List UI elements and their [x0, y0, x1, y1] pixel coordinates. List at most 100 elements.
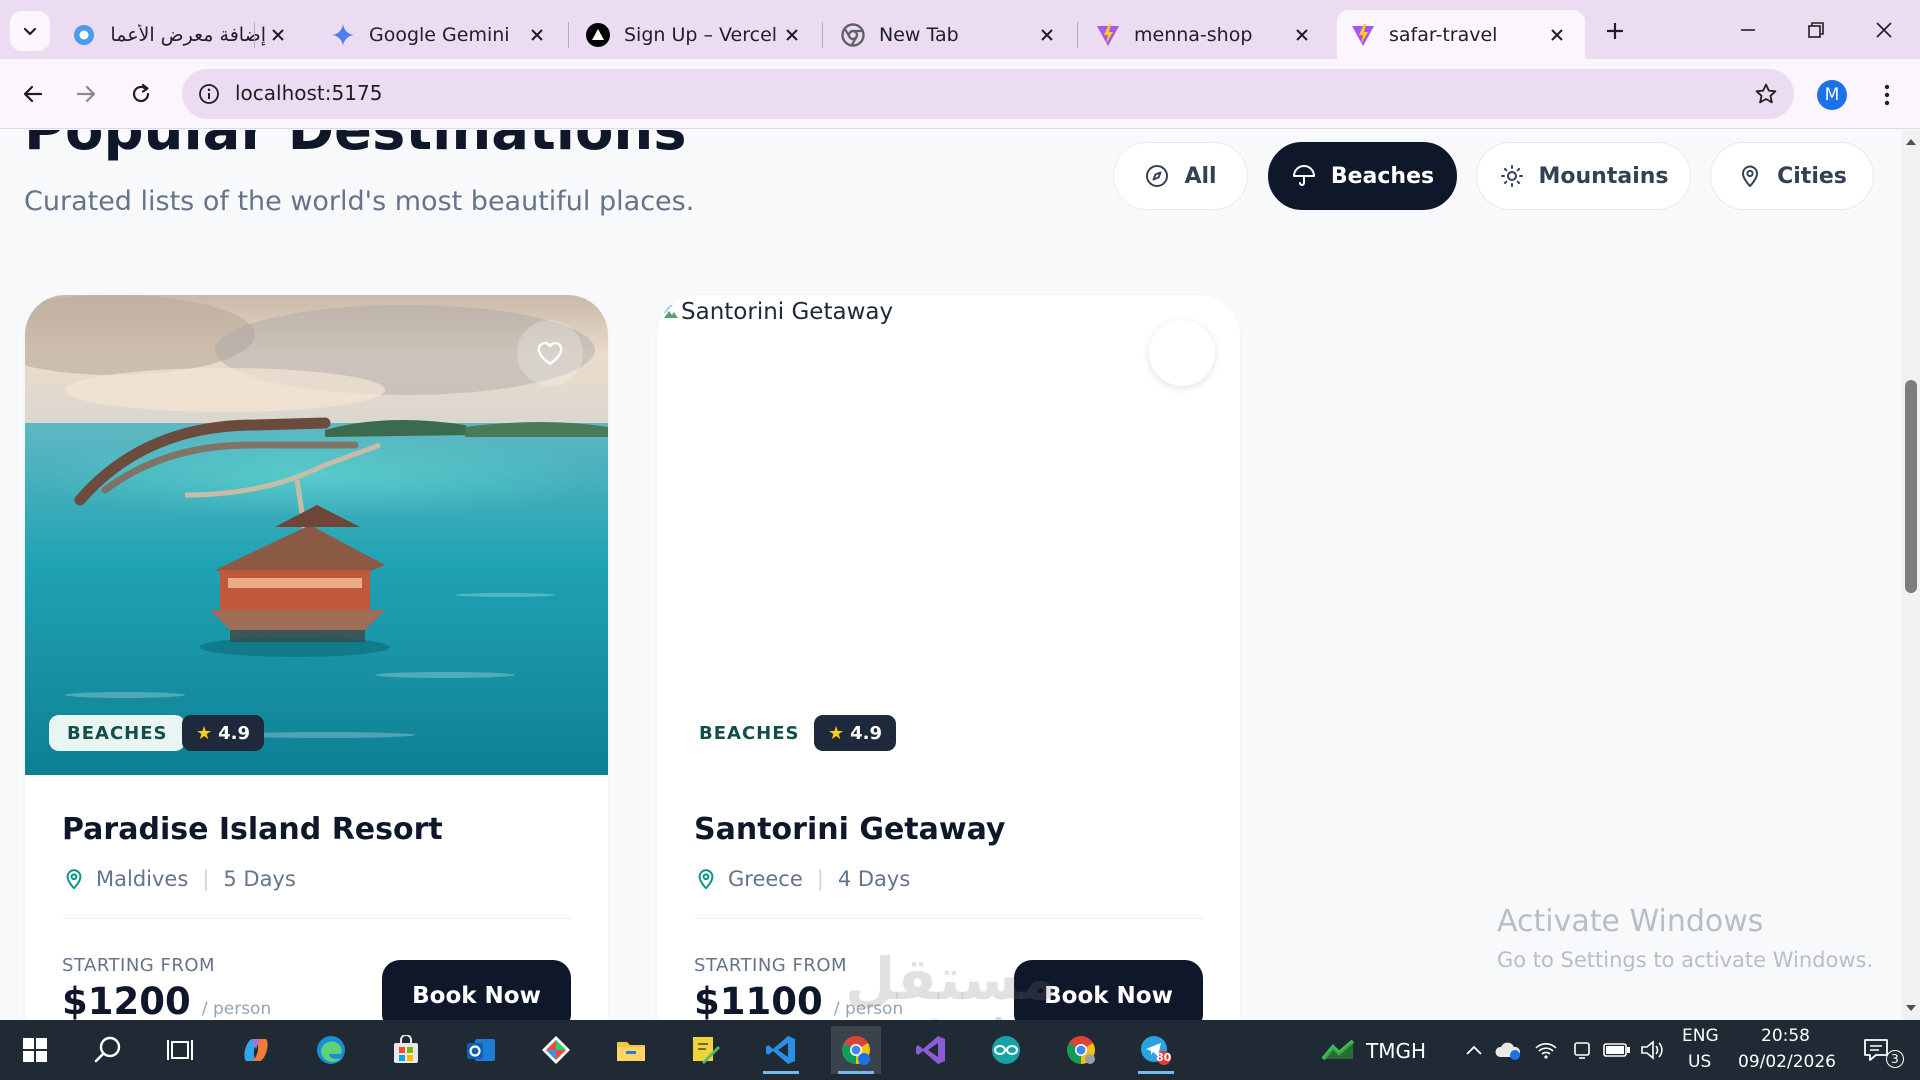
sticky-tools-icon[interactable] — [681, 1026, 731, 1074]
device-icon[interactable] — [1566, 1026, 1598, 1074]
duration-text: 5 Days — [223, 867, 296, 891]
new-tab-button[interactable] — [1598, 14, 1632, 48]
scrollbar-thumb[interactable] — [1905, 380, 1917, 593]
copilot-icon[interactable] — [231, 1026, 281, 1074]
rating-value: 4.9 — [218, 722, 251, 744]
close-icon[interactable] — [780, 23, 804, 47]
close-icon[interactable] — [1290, 23, 1314, 47]
starting-from-label: STARTING FROM — [694, 955, 848, 976]
favorite-button[interactable] — [517, 320, 583, 386]
filter-label: Cities — [1777, 163, 1847, 189]
tab-gemini[interactable]: Google Gemini — [317, 10, 565, 59]
destination-image: BEACHES ★ 4.9 — [25, 295, 608, 775]
tab-title: إضافة معرض الأعمال — [110, 23, 266, 46]
minimize-button[interactable] — [1724, 10, 1772, 50]
battery-icon[interactable] — [1600, 1026, 1634, 1074]
chrome-icon — [841, 22, 865, 47]
rating-badge: ★ 4.9 — [814, 715, 897, 751]
windows-start-icon[interactable] — [10, 1026, 60, 1074]
arduino-icon[interactable] — [981, 1026, 1031, 1074]
mostaql-watermark: مستقل — [845, 945, 1058, 1013]
tab-new-tab[interactable]: New Tab — [827, 10, 1075, 59]
reload-button[interactable] — [121, 74, 161, 114]
outlook-icon[interactable] — [456, 1026, 506, 1074]
file-explorer-icon[interactable] — [606, 1026, 656, 1074]
scroll-up-arrow-icon[interactable] — [1904, 136, 1918, 148]
tab-search-button[interactable] — [10, 11, 50, 51]
page-content: Popular Destinations Curated lists of th… — [0, 130, 1902, 1020]
rating-badge: ★ 4.9 — [182, 715, 265, 751]
onedrive-icon[interactable] — [1492, 1026, 1524, 1074]
browser-menu-button[interactable] — [1872, 78, 1902, 112]
site-info-icon[interactable] — [196, 81, 222, 107]
task-view-icon[interactable] — [155, 1026, 205, 1074]
filter-beaches[interactable]: Beaches — [1268, 142, 1457, 210]
page-title: Popular Destinations — [24, 130, 687, 163]
heart-icon — [1169, 341, 1195, 365]
tab-vercel[interactable]: Sign Up – Vercel — [572, 10, 820, 59]
tab-menna-shop[interactable]: menna-shop — [1082, 10, 1330, 59]
vscode-icon[interactable] — [756, 1026, 806, 1074]
chrome-profile-icon[interactable] — [831, 1026, 881, 1074]
wifi-icon[interactable] — [1530, 1026, 1562, 1074]
tab-separator — [822, 22, 823, 48]
url-text[interactable]: localhost:5175 — [235, 81, 382, 105]
map-pin-icon — [694, 867, 718, 891]
activate-windows-subtitle: Go to Settings to activate Windows. — [1497, 948, 1874, 972]
stock-ticker[interactable]: TMGH — [1366, 1039, 1426, 1063]
restore-button[interactable] — [1792, 10, 1840, 50]
close-icon[interactable] — [266, 23, 290, 47]
tab-safar-travel[interactable]: safar-travel — [1337, 10, 1585, 59]
windows-taskbar: 80 TMGH ENG US 20:58 09/02/2026 3 — [0, 1020, 1920, 1080]
region-indicator[interactable]: US — [1688, 1052, 1711, 1072]
restore-icon — [1808, 22, 1824, 38]
destination-card[interactable]: BEACHES ★ 4.9 Paradise Island Resort Mal… — [25, 295, 608, 1020]
microsoft-store-icon[interactable] — [381, 1026, 431, 1074]
git-kraken-icon[interactable] — [531, 1026, 581, 1074]
card-title: Paradise Island Resort — [62, 812, 443, 847]
clock-time[interactable]: 20:58 — [1761, 1026, 1810, 1046]
broken-image: Santorini Getaway — [663, 299, 893, 325]
starting-from-label: STARTING FROM — [62, 955, 216, 976]
tab-portfolio[interactable]: إضافة معرض الأعمال — [58, 10, 306, 59]
address-bar[interactable]: localhost:5175 — [182, 69, 1794, 119]
filter-mountains[interactable]: Mountains — [1476, 142, 1691, 210]
filter-cities[interactable]: Cities — [1710, 142, 1874, 210]
forward-button[interactable] — [66, 74, 106, 114]
tab-title: Sign Up – Vercel — [624, 23, 778, 46]
profile-avatar[interactable]: M — [1817, 80, 1847, 110]
chrome-icon[interactable] — [1056, 1026, 1106, 1074]
card-meta: Maldives | 5 Days — [62, 867, 296, 891]
close-icon[interactable] — [1545, 23, 1569, 47]
chevron-down-icon — [23, 27, 37, 36]
favorite-button[interactable] — [1149, 320, 1215, 386]
price-amount: $1200 — [62, 980, 191, 1020]
umbrella-icon — [1291, 163, 1317, 189]
clock-date[interactable]: 09/02/2026 — [1738, 1052, 1836, 1072]
destination-card[interactable]: Santorini Getaway BEACHES ★ 4.9 Santorin… — [657, 295, 1240, 1020]
search-icon[interactable] — [83, 1026, 133, 1074]
category-badge: BEACHES — [49, 715, 186, 751]
bookmark-star-icon[interactable] — [1752, 80, 1780, 108]
close-icon[interactable] — [525, 23, 549, 47]
volume-icon[interactable] — [1636, 1026, 1668, 1074]
image-alt-text: Santorini Getaway — [681, 299, 894, 325]
map-pin-icon — [1737, 163, 1763, 189]
filter-all[interactable]: All — [1113, 142, 1248, 210]
notifications-icon[interactable]: 3 — [1856, 1026, 1904, 1074]
close-window-button[interactable] — [1860, 10, 1908, 50]
chevron-up-icon[interactable] — [1460, 1026, 1488, 1074]
book-now-button[interactable]: Book Now — [382, 960, 571, 1020]
visual-studio-icon[interactable] — [906, 1026, 956, 1074]
edge-icon[interactable] — [306, 1026, 356, 1074]
scroll-down-arrow-icon[interactable] — [1904, 1002, 1918, 1014]
telegram-icon[interactable]: 80 — [1131, 1026, 1181, 1074]
plus-icon — [1607, 23, 1623, 39]
back-button[interactable] — [13, 74, 53, 114]
price-unit: / person — [201, 999, 272, 1019]
close-icon[interactable] — [1035, 23, 1059, 47]
tab-title: Google Gemini — [369, 23, 510, 46]
language-indicator[interactable]: ENG — [1682, 1026, 1719, 1046]
browser-tab-strip: إضافة معرض الأعمال Google Gemini Sign Up… — [0, 0, 1920, 59]
map-pin-icon — [62, 867, 86, 891]
